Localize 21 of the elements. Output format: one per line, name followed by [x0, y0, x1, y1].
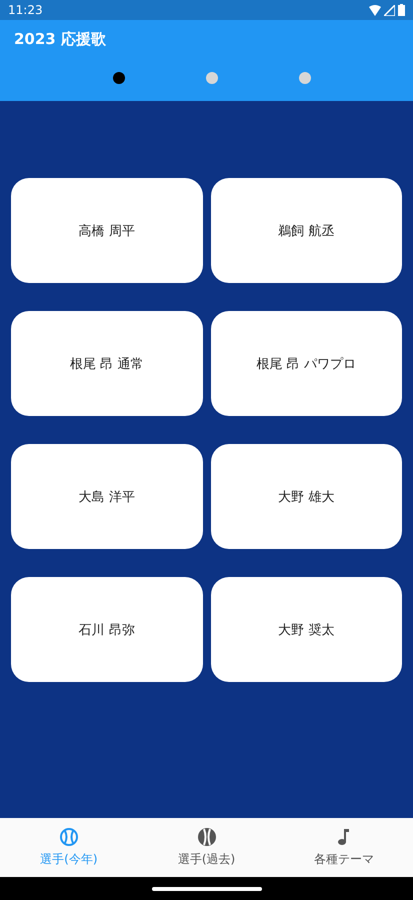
page-indicator-dot[interactable] [206, 72, 218, 84]
player-button[interactable]: 鵜飼 航丞 [210, 178, 402, 283]
player-button[interactable]: 高橋 周平 [11, 178, 202, 283]
player-button[interactable]: 根尾 昂 パワプロ [210, 311, 402, 416]
player-button[interactable]: 大島 洋平 [11, 444, 202, 549]
baseball-icon [196, 827, 216, 847]
baseball-icon [58, 827, 79, 847]
wifi-icon [369, 4, 381, 16]
player-button[interactable]: 石川 昂弥 [11, 577, 202, 682]
player-button[interactable]: 大野 雄大 [210, 444, 402, 549]
player-button[interactable]: 大野 奨太 [210, 577, 402, 682]
player-button[interactable]: 根尾 昂 通常 [11, 311, 202, 416]
home-indicator[interactable] [152, 886, 262, 890]
status-time: 11:23 [8, 3, 43, 17]
nav-tab[interactable]: 各種テーマ [275, 818, 413, 877]
page-indicator-dot[interactable] [298, 72, 310, 84]
signal-icon [384, 4, 395, 16]
nav-tab[interactable]: 選手(過去) [138, 818, 276, 877]
battery-icon [398, 4, 405, 16]
app-title: 2023 応援歌 [14, 30, 107, 49]
page-indicator-dot[interactable] [112, 72, 124, 84]
